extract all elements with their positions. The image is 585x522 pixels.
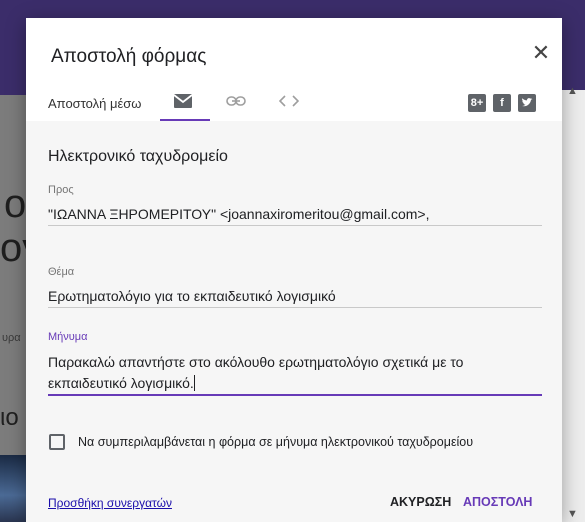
tab-embed[interactable] [266,86,312,116]
scroll-down-icon[interactable]: ▼ [567,508,578,520]
active-tab-indicator [160,119,210,121]
tab-link[interactable] [213,86,259,116]
send-via-label: Αποστολή μέσω [48,96,142,111]
send-button[interactable]: ΑΠΟΣΤΟΛΗ [463,495,532,509]
send-form-dialog: Αποστολή φόρμας ✕ Αποστολή μέσω 8+ f Ηλε… [26,18,562,522]
message-line[interactable]: Παρακαλώ απαντήστε στο ακόλουθο ερωτηματ… [48,354,463,370]
message-field[interactable]: εκπαιδευτικό λογισμικό. [48,375,195,391]
twitter-icon[interactable] [518,94,536,112]
include-form-label: Να συμπεριλαμβάνεται η φόρμα σε μήνυμα η… [78,435,474,449]
close-icon[interactable]: ✕ [528,40,554,66]
background-text: υρα [2,332,21,344]
to-field-underline [48,225,542,226]
text-cursor [193,375,195,391]
section-title: Ηλεκτρονικό ταχυδρομείο [48,148,228,165]
to-label: Προς [48,184,74,196]
subject-field[interactable]: Ερωτηματολόγιο για το εκπαιδευτικό λογισ… [48,288,336,304]
dialog-title: Αποστολή φόρμας [51,46,207,67]
to-field[interactable]: "ΙΩΑΝΝΑ ΞΗΡΟΜΕΡΙΤΟΥ" <joannaxiromeritou@… [48,206,429,222]
scroll-up-icon[interactable]: ▲ [567,85,578,97]
link-icon [226,96,246,106]
add-collaborators-link[interactable]: Προσθήκη συνεργατών [48,496,172,510]
scrollbar[interactable] [562,90,585,522]
envelope-icon [173,94,193,108]
cancel-button[interactable]: ΑΚΥΡΩΣΗ [390,495,451,509]
include-form-checkbox[interactable] [49,434,65,450]
subject-field-underline [48,307,542,308]
background-text: ο [4,182,27,226]
dialog-body [26,121,562,522]
subject-label: Θέμα [48,266,75,278]
message-field-underline [48,394,542,396]
background-thumbnail [0,455,26,522]
message-line: εκπαιδευτικό λογισμικό. [48,375,194,391]
google-plus-icon[interactable]: 8+ [468,94,486,112]
facebook-icon[interactable]: f [493,94,511,112]
code-icon [279,95,299,107]
background-text: ιο [0,404,19,431]
tab-email[interactable] [160,86,206,116]
message-label: Μήνυμα [48,331,88,343]
